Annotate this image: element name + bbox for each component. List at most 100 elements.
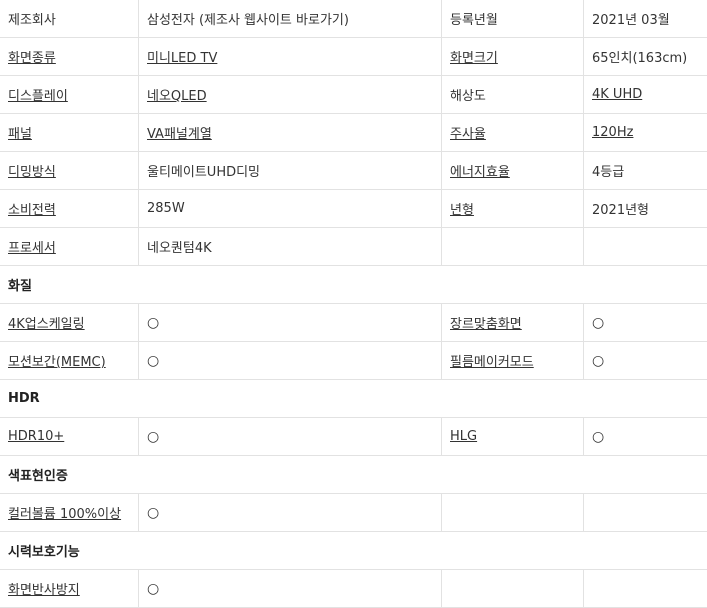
spec-row: 화면종류 미니LED TV 화면크기 65인치(163cm) <box>0 38 707 76</box>
spec-label-cell: 화면크기 <box>442 38 584 76</box>
spec-label-text: 해상도 <box>450 89 486 104</box>
spec-row: 화면반사방지 ○ <box>0 570 707 608</box>
spec-value-text: 2021년 03월 <box>592 13 670 28</box>
spec-value-text: 65인치(163cm) <box>592 51 687 66</box>
spec-value-cell: ○ <box>139 494 442 532</box>
supported-mark: ○ <box>147 429 159 445</box>
spec-label-link[interactable]: 년형 <box>450 203 474 218</box>
spec-value-link[interactable]: VA패널계열 <box>147 127 212 142</box>
spec-label-cell: 화면반사방지 <box>0 570 139 608</box>
spec-value-cell: ○ <box>139 570 442 608</box>
supported-mark: ○ <box>147 505 159 521</box>
section-header-row: 화질 <box>0 266 707 304</box>
spec-value-cell: 미니LED TV <box>139 38 442 76</box>
supported-mark: ○ <box>147 353 159 369</box>
spec-label-cell <box>442 570 584 608</box>
spec-label-cell: 4K업스케일링 <box>0 304 139 342</box>
spec-value-link[interactable]: 4K UHD <box>592 87 642 102</box>
spec-label-cell: 디스플레이 <box>0 76 139 114</box>
spec-label-cell: 모션보간(MEMC) <box>0 342 139 380</box>
spec-label-link[interactable]: 에너지효율 <box>450 165 510 180</box>
spec-value-link[interactable]: 미니LED TV <box>147 51 217 66</box>
spec-label-link[interactable]: 패널 <box>8 127 32 142</box>
spec-label-link[interactable]: 컬러볼륨 100%이상 <box>8 507 121 522</box>
spec-label-cell: 컬러볼륨 100%이상 <box>0 494 139 532</box>
spec-label-link[interactable]: 프로세서 <box>8 241 56 256</box>
spec-value-cell: 120Hz <box>584 114 707 152</box>
spec-value-cell <box>584 228 707 266</box>
spec-value-text: 울티메이트UHD디밍 <box>147 165 260 180</box>
spec-row: 디밍방식 울티메이트UHD디밍 에너지효율 4등급 <box>0 152 707 190</box>
supported-mark: ○ <box>147 581 159 597</box>
spec-row: 디스플레이 네오QLED 해상도 4K UHD <box>0 76 707 114</box>
spec-value-cell: 4K UHD <box>584 76 707 114</box>
spec-value-cell: 4등급 <box>584 152 707 190</box>
spec-label-cell: HLG <box>442 418 584 456</box>
section-header-row: HDR <box>0 380 707 418</box>
spec-label-cell: 해상도 <box>442 76 584 114</box>
spec-value-cell: 네오QLED <box>139 76 442 114</box>
section-title: 화질 <box>0 266 707 304</box>
spec-label-text: 등록년월 <box>450 13 498 28</box>
spec-label-cell: 년형 <box>442 190 584 228</box>
spec-value-cell: 네오퀀텀4K <box>139 228 442 266</box>
supported-mark: ○ <box>592 315 604 331</box>
spec-label-link[interactable]: 장르맞춤화면 <box>450 317 522 332</box>
spec-label-cell: 디밍방식 <box>0 152 139 190</box>
spec-row: HDR10+ ○ HLG ○ <box>0 418 707 456</box>
spec-value-cell: ○ <box>584 418 707 456</box>
spec-label-cell: 패널 <box>0 114 139 152</box>
spec-value-link[interactable]: 네오QLED <box>147 89 207 104</box>
spec-value-cell: 285W <box>139 190 442 228</box>
spec-label-cell: 주사율 <box>442 114 584 152</box>
spec-table-body: 제조회사 삼성전자 (제조사 웹사이트 바로가기) 등록년월 2021년 03월화면종… <box>0 0 707 608</box>
spec-value-cell: ○ <box>139 418 442 456</box>
spec-label-link[interactable]: 디밍방식 <box>8 165 56 180</box>
spec-value-cell: 삼성전자 (제조사 웹사이트 바로가기) <box>139 0 442 38</box>
section-header-row: 색표현인증 <box>0 456 707 494</box>
spec-label-link[interactable]: 4K업스케일링 <box>8 317 85 332</box>
spec-value-text: 285W <box>147 201 185 216</box>
spec-value-text: 네오퀀텀4K <box>147 241 212 256</box>
section-title: 시력보호기능 <box>0 532 707 570</box>
spec-label-link[interactable]: 화면크기 <box>450 51 498 66</box>
spec-label-link[interactable]: 주사율 <box>450 127 486 142</box>
spec-value-cell: ○ <box>584 304 707 342</box>
spec-value-text: 2021년형 <box>592 203 649 218</box>
supported-mark: ○ <box>592 353 604 369</box>
spec-value-cell: 2021년형 <box>584 190 707 228</box>
spec-label-link[interactable]: HDR10+ <box>8 429 64 444</box>
spec-label-cell <box>442 228 584 266</box>
section-title: 색표현인증 <box>0 456 707 494</box>
section-title: HDR <box>0 380 707 418</box>
spec-row: 프로세서 네오퀀텀4K <box>0 228 707 266</box>
spec-value-cell: 울티메이트UHD디밍 <box>139 152 442 190</box>
spec-label-link[interactable]: 화면종류 <box>8 51 56 66</box>
supported-mark: ○ <box>147 315 159 331</box>
supported-mark: ○ <box>592 429 604 445</box>
spec-value-cell: ○ <box>139 342 442 380</box>
spec-value-cell: ○ <box>139 304 442 342</box>
spec-label-link[interactable]: 소비전력 <box>8 203 56 218</box>
spec-label-cell: 제조회사 <box>0 0 139 38</box>
spec-label-cell: 등록년월 <box>442 0 584 38</box>
spec-value-link[interactable]: 120Hz <box>592 125 633 140</box>
spec-label-cell: 필름메이커모드 <box>442 342 584 380</box>
spec-label-cell: HDR10+ <box>0 418 139 456</box>
spec-label-cell: 화면종류 <box>0 38 139 76</box>
spec-value-cell: 2021년 03월 <box>584 0 707 38</box>
spec-table: 제조회사 삼성전자 (제조사 웹사이트 바로가기) 등록년월 2021년 03월화면종… <box>0 0 707 608</box>
spec-value-cell: ○ <box>584 342 707 380</box>
spec-label-cell: 에너지효율 <box>442 152 584 190</box>
spec-label-link[interactable]: HLG <box>450 429 477 444</box>
spec-label-cell: 프로세서 <box>0 228 139 266</box>
spec-label-text: 제조회사 <box>8 13 56 28</box>
spec-label-link[interactable]: 디스플레이 <box>8 89 68 104</box>
spec-row: 컬러볼륨 100%이상 ○ <box>0 494 707 532</box>
spec-value-text: 4등급 <box>592 165 624 180</box>
spec-label-cell <box>442 494 584 532</box>
spec-label-link[interactable]: 모션보간(MEMC) <box>8 355 106 370</box>
spec-label-link[interactable]: 화면반사방지 <box>8 583 80 598</box>
spec-value-cell: VA패널계열 <box>139 114 442 152</box>
spec-label-link[interactable]: 필름메이커모드 <box>450 355 534 370</box>
